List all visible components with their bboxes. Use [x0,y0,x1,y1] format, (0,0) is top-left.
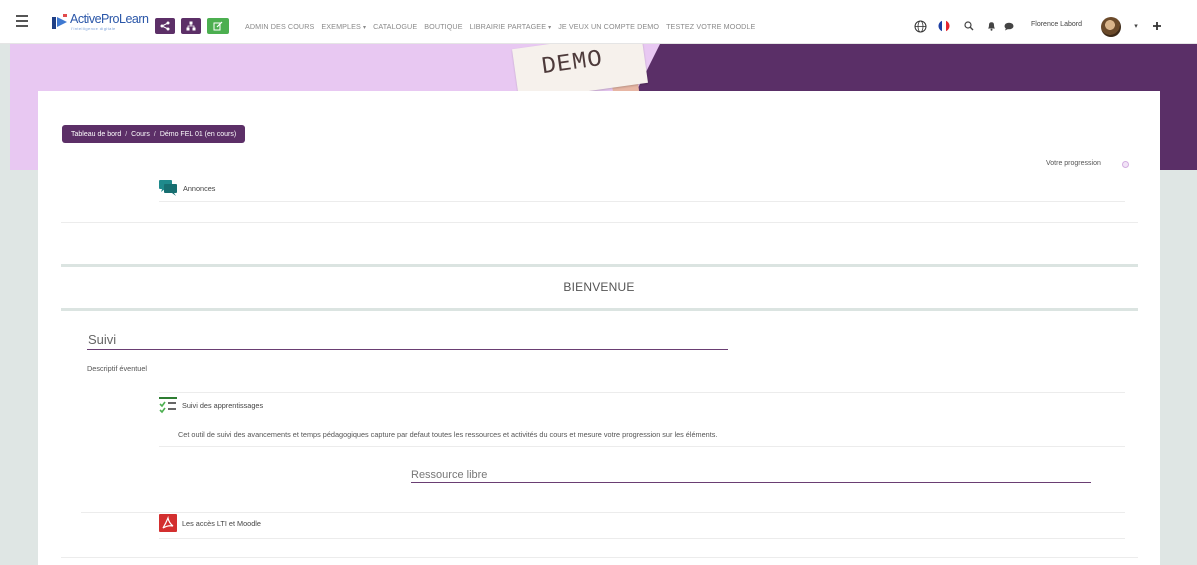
sitemap-icon [186,21,196,31]
edit-mode-button[interactable] [207,18,229,34]
chevron-down-icon: ▾ [362,25,367,31]
divider [159,538,1125,539]
nav-exemples[interactable]: EXEMPLES ▾ [321,22,366,31]
course-content-card: Tableau de bord / Cours / Démo FEL 01 (e… [38,91,1160,565]
divider [81,512,1125,513]
checklist-icon [159,397,177,414]
pdf-resource-label[interactable]: Les accès LTI et Moodle [182,519,261,528]
breadcrumb: Tableau de bord / Cours / Démo FEL 01 (e… [62,125,246,143]
globe-icon[interactable] [913,19,927,33]
suivi-heading: Suivi [88,332,117,347]
ressource-heading: Ressource libre [411,469,488,481]
breadcrumb-separator: / [125,130,128,138]
share-icon [160,21,170,31]
progress-info-icon[interactable] [1122,161,1129,168]
breadcrumb-dashboard[interactable]: Tableau de bord [71,131,121,138]
plus-icon[interactable] [1150,19,1164,33]
learning-tracking-activity[interactable]: Suivi des apprentissages [159,397,263,414]
logo-tagline: l'intelligence digitale [71,26,116,31]
divider [159,392,1125,393]
nav-librairie-partagee[interactable]: LIBRAIRIE PARTAGEE ▾ [470,22,552,31]
chat-icon[interactable] [1002,19,1016,33]
breadcrumb-separator: / [153,130,156,138]
progress-label: Votre progression [1046,160,1101,167]
heading-underline [411,482,1091,483]
bell-icon[interactable] [984,19,998,33]
learning-tracking-description: Cet outil de suivi des avancements et te… [178,430,718,439]
pdf-icon [159,514,177,532]
announcements-label[interactable]: Annonces [183,184,215,193]
divider [61,222,1138,223]
sitemap-button[interactable] [181,18,201,34]
pdf-resource[interactable]: Les accès LTI et Moodle [159,514,261,532]
search-icon[interactable] [962,19,976,33]
share-button[interactable] [155,18,175,34]
user-name[interactable]: Florence Labord [1031,21,1082,28]
main-nav: ADMIN DES COURS EXEMPLES ▾ CATALOGUE BOUT… [245,22,762,31]
top-navbar: ActiveProLearn l'intelligence digitale A… [0,0,1197,44]
nav-testez-moodle[interactable]: TESTEZ VOTRE MOODLE [666,22,755,31]
chevron-down-icon: ▾ [548,25,552,31]
logo-mark-icon [52,14,67,29]
section-border-bottom [61,308,1138,311]
nav-admin-des-cours[interactable]: ADMIN DES COURS [245,22,314,31]
nav-boutique[interactable]: BOUTIQUE [424,22,462,31]
breadcrumb-current-course[interactable]: Démo FEL 01 (en cours) [160,131,236,138]
edit-icon [213,21,223,31]
forum-icon [159,180,177,196]
breadcrumb-courses[interactable]: Cours [131,131,150,138]
announcements-activity[interactable]: Annonces [159,179,215,197]
suivi-description: Descriptif éventuel [87,364,148,373]
french-flag-icon[interactable] [937,19,951,33]
site-logo[interactable]: ActiveProLearn l'intelligence digitale [51,12,149,35]
divider [61,557,1138,558]
nav-compte-demo[interactable]: JE VEUX UN COMPTE DEMO [558,22,659,31]
heading-underline [87,349,728,350]
learning-tracking-label[interactable]: Suivi des apprentissages [182,401,263,410]
logo-text: ActiveProLearn [70,12,149,26]
hamburger-menu-icon[interactable] [16,15,28,27]
demo-sign-text: DEMO [540,45,605,82]
nav-catalogue[interactable]: CATALOGUE [373,22,417,31]
user-menu-chevron-down-icon[interactable]: ▾ [1129,19,1143,33]
divider [159,446,1125,447]
section-title: BIENVENUE [563,280,635,294]
divider [159,201,1125,202]
user-avatar[interactable] [1101,17,1121,37]
section-border-top [61,264,1138,267]
